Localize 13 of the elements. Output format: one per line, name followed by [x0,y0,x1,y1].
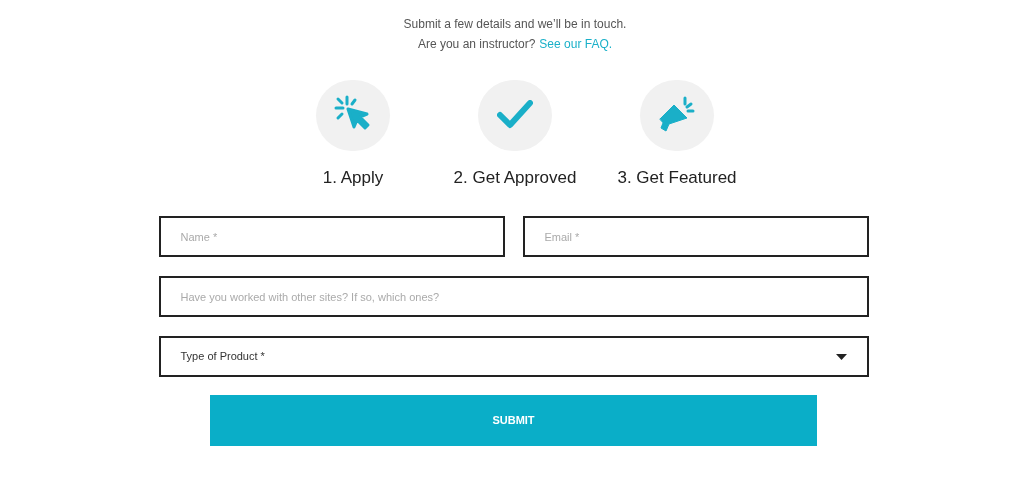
intro-text: Submit a few details and we’ll be in touch. [403,16,627,33]
submit-button[interactable]: SUBMIT [210,395,817,446]
step-label: 1. Apply [322,166,384,189]
name-field[interactable]: Name * [158,216,505,257]
check-icon [497,100,533,131]
step-label: 2. Get Approved [453,166,577,189]
intro-question: Are you an instructor? [417,36,536,53]
sites-field[interactable]: Have you worked with other sites? If so, which ones? [158,276,869,317]
step-label: 3. Get Featured [617,166,737,189]
caret-icon [835,353,847,360]
faq-link[interactable]: See our FAQ. [539,34,613,54]
product-select[interactable]: Type of Product * [158,336,869,377]
email-field[interactable]: Email * [522,216,869,257]
